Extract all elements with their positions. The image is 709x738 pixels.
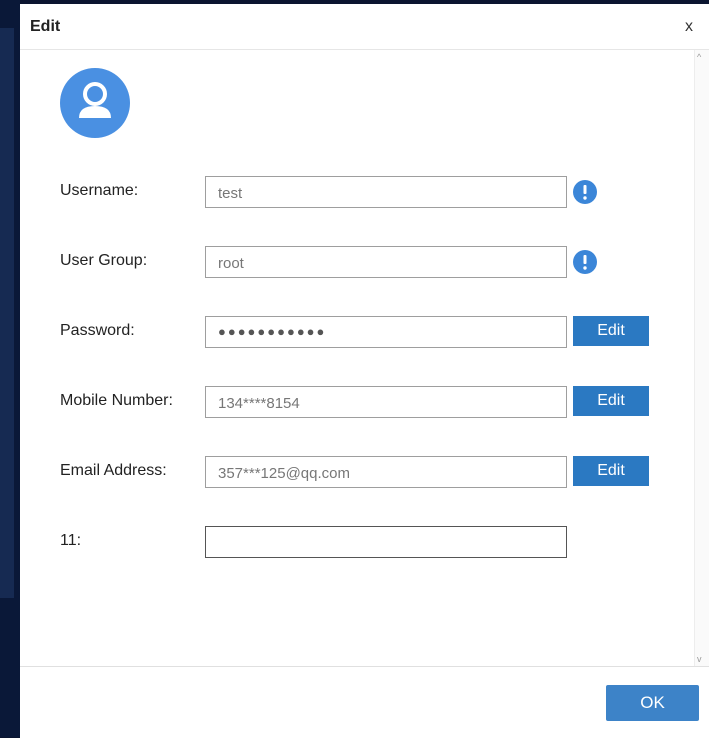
- user-group-field[interactable]: root: [205, 246, 567, 278]
- mobile-field[interactable]: 134****8154: [205, 386, 567, 418]
- username-field[interactable]: test: [205, 176, 567, 208]
- user-group-row: User Group: root: [20, 246, 709, 278]
- password-label: Password:: [60, 322, 135, 339]
- edit-email-button[interactable]: Edit: [573, 456, 649, 486]
- custom-row: 11:: [20, 526, 709, 558]
- custom-field[interactable]: [205, 526, 567, 558]
- scroll-down-icon[interactable]: v: [697, 654, 702, 664]
- email-label: Email Address:: [60, 462, 167, 479]
- background-window: [0, 0, 20, 737]
- email-field[interactable]: 357***125@qq.com: [205, 456, 567, 488]
- mobile-label: Mobile Number:: [60, 392, 173, 409]
- password-row: Password: ●●●●●●●●●●● Edit: [20, 316, 709, 348]
- email-row: Email Address: 357***125@qq.com Edit: [20, 456, 709, 488]
- user-avatar-icon: [60, 68, 130, 138]
- dialog-title: Edit: [30, 18, 61, 35]
- scrollbar[interactable]: ^ v: [694, 50, 709, 666]
- password-field[interactable]: ●●●●●●●●●●●: [205, 316, 567, 348]
- edit-password-button[interactable]: Edit: [573, 316, 649, 346]
- dialog-content: Username: test User Group: root Password…: [20, 50, 709, 666]
- mobile-row: Mobile Number: 134****8154 Edit: [20, 386, 709, 418]
- edit-dialog: Edit x Username: test User Group: root P…: [20, 4, 709, 738]
- background-panel: [0, 28, 14, 598]
- user-group-label: User Group:: [60, 252, 148, 269]
- dialog-footer: OK: [20, 666, 709, 738]
- info-icon[interactable]: [573, 180, 597, 204]
- custom-label: 11:: [60, 532, 82, 549]
- username-row: Username: test: [20, 176, 709, 208]
- dialog-titlebar: Edit x: [20, 4, 709, 50]
- info-icon[interactable]: [573, 250, 597, 274]
- username-label: Username:: [60, 182, 139, 199]
- edit-mobile-button[interactable]: Edit: [573, 386, 649, 416]
- ok-button[interactable]: OK: [606, 685, 699, 721]
- scroll-up-icon[interactable]: ^: [697, 52, 701, 62]
- close-icon[interactable]: x: [685, 18, 693, 36]
